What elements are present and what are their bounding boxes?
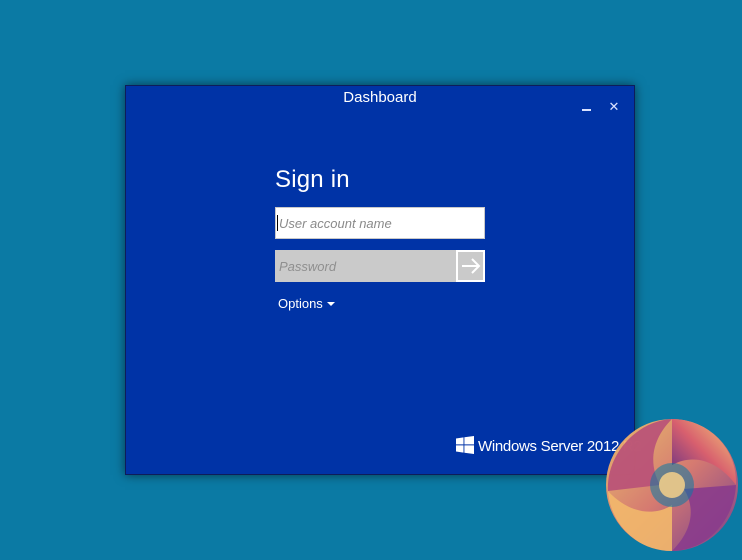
swirl-logo-watermark bbox=[606, 419, 738, 551]
chevron-down-icon bbox=[326, 302, 335, 306]
arrow-right-icon bbox=[462, 258, 481, 274]
close-button[interactable]: ✕ bbox=[605, 98, 623, 116]
text-cursor bbox=[277, 215, 278, 231]
sign-in-heading: Sign in bbox=[275, 166, 350, 193]
password-input[interactable] bbox=[275, 250, 456, 282]
dashboard-window: Dashboard ✕ Sign in Options Windows Serv… bbox=[125, 85, 642, 475]
windows-logo-icon bbox=[456, 436, 474, 454]
close-icon: ✕ bbox=[608, 99, 620, 114]
minimize-icon bbox=[582, 109, 591, 111]
password-row bbox=[275, 250, 485, 282]
options-dropdown[interactable]: Options bbox=[278, 296, 335, 311]
username-input[interactable] bbox=[275, 207, 485, 239]
window-title: Dashboard bbox=[343, 89, 417, 106]
minimize-button[interactable] bbox=[578, 98, 596, 116]
sign-in-submit-button[interactable] bbox=[456, 250, 485, 282]
options-label: Options bbox=[278, 296, 323, 311]
